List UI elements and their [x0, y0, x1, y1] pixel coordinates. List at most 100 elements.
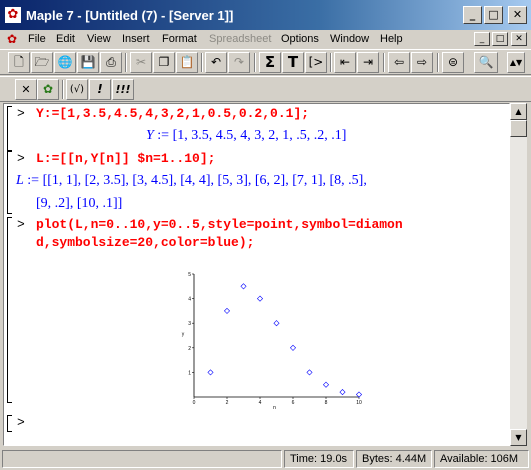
main-toolbar: 🗋 🗁 🌐 💾 ⎙ ✂ ❐ 📋 ↶ ↷ Σ T [> ⇤ ⇥ ⇦ ⇨ ⊜ 🔍 ▲… — [0, 49, 531, 75]
input-line-3b[interactable]: d,symbolsize=20,color=blue); — [36, 235, 254, 250]
input-line-2[interactable]: L:=[[n,Y[n]] $n=1..10]; — [36, 151, 215, 166]
maple-leaf-exec-icon[interactable]: ✿ — [37, 79, 59, 100]
output-y-lhs: Y — [146, 128, 154, 143]
point-plot[interactable]: 0 2 4 6 8 1012345ny — [174, 267, 364, 409]
stop-icon[interactable]: ⊜ — [442, 52, 464, 73]
y-tick-label: 2 — [188, 346, 191, 352]
x-tick-label: 8 — [325, 400, 328, 406]
toolbar-separator — [62, 80, 64, 99]
cut-icon[interactable]: ✂ — [130, 52, 152, 73]
close-button[interactable]: ✕ — [508, 6, 527, 24]
window-title: Maple 7 - [Untitled (7) - [Server 1]] — [26, 8, 234, 23]
toolbar-separator — [330, 53, 332, 72]
input-line-1[interactable]: Y:=[1,3.5,4.5,4,3,2,1,0.5,0.2,0.1]; — [36, 106, 309, 121]
menu-file[interactable]: File — [28, 32, 46, 47]
data-point-diamond — [339, 389, 346, 396]
data-point-diamond — [355, 391, 363, 398]
execution-group-bracket[interactable] — [7, 151, 12, 214]
toolbar-separator — [437, 53, 439, 72]
vertical-scrollbar[interactable]: ▲ ▼ — [510, 103, 527, 446]
scroll-down-button[interactable]: ▼ — [510, 429, 527, 446]
toolbar-separator — [125, 53, 127, 72]
new-icon[interactable]: 🗋 — [8, 52, 30, 73]
save-icon[interactable]: 💾 — [77, 52, 99, 73]
y-tick-label: 4 — [188, 297, 191, 303]
menu-spreadsheet[interactable]: Spreadsheet — [209, 32, 271, 47]
redo-icon[interactable]: ↷ — [228, 52, 250, 73]
menu-format[interactable]: Format — [162, 32, 197, 47]
toolbar-separator — [254, 53, 256, 72]
menu-window[interactable]: Window — [330, 32, 369, 47]
maximize-button[interactable]: □ — [484, 6, 503, 24]
worksheet[interactable]: > Y:=[1,3.5,4.5,4,3,2,1,0.5,0.2,0.1]; Y … — [3, 103, 510, 446]
context-toolbar: ✕ ✿ (√) ! !!! — [0, 76, 531, 102]
output-y-rhs: := [1, 3.5, 4.5, 4, 3, 2, 1, .5, .2, .1] — [153, 128, 347, 143]
data-point-diamond — [207, 369, 214, 376]
menu-help[interactable]: Help — [380, 32, 403, 47]
execution-group-bracket[interactable] — [7, 217, 12, 403]
print-icon[interactable]: ⎙ — [100, 52, 122, 73]
open-icon[interactable]: 🗁 — [31, 52, 53, 73]
status-bytes: Bytes: 4.44M — [356, 450, 432, 468]
input-prompt: > — [17, 151, 25, 166]
x-tick-label: 0 — [193, 400, 196, 406]
back-arrow-icon[interactable]: ⇦ — [388, 52, 410, 73]
menu-edit[interactable]: Edit — [56, 32, 75, 47]
close-x-icon[interactable]: ✕ — [15, 79, 37, 100]
mdi-restore-button[interactable]: □ — [492, 32, 508, 46]
output-l-line-1: L := [[1, 1], [2, 3.5], [3, 4.5], [4, 4]… — [16, 173, 367, 189]
x-axis-label: n — [273, 405, 276, 409]
data-point-diamond — [322, 381, 330, 388]
y-tick-label: 5 — [188, 272, 191, 278]
data-point-diamond — [240, 283, 247, 290]
x-tick-label: 2 — [226, 400, 229, 406]
data-point-diamond — [256, 295, 264, 302]
menu-bar: ✿ File Edit View Insert Format Spreadshe… — [0, 30, 531, 49]
undo-icon[interactable]: ↶ — [205, 52, 227, 73]
input-prompt: > — [17, 106, 25, 121]
data-point-diamond — [306, 369, 313, 376]
mdi-close-button[interactable]: ✕ — [511, 32, 527, 46]
minimize-button[interactable]: _ — [463, 6, 482, 24]
menu-options[interactable]: Options — [281, 32, 319, 47]
open-url-icon[interactable]: 🌐 — [54, 52, 76, 73]
scroll-up-button[interactable]: ▲ — [510, 103, 527, 120]
copy-icon[interactable]: ❐ — [153, 52, 175, 73]
input-icon[interactable]: [> — [305, 52, 327, 73]
magnify-icon[interactable]: 🔍 — [474, 52, 498, 73]
input-prompt: > — [17, 217, 25, 232]
mdi-minimize-button[interactable]: _ — [474, 32, 490, 46]
forward-arrow-icon[interactable]: ⇨ — [411, 52, 433, 73]
status-bar: Time: 19.0s Bytes: 4.44M Available: 106M — [0, 448, 531, 470]
sigma-icon[interactable]: Σ — [259, 52, 281, 73]
check-icon[interactable]: (√) — [66, 79, 88, 100]
empty-input-prompt[interactable]: > — [17, 415, 25, 430]
data-point-diamond — [289, 344, 297, 351]
paste-icon[interactable]: 📋 — [176, 52, 198, 73]
indent-icon[interactable]: ⇥ — [357, 52, 379, 73]
toolbar-scroll-button[interactable]: ▲▼ — [507, 52, 525, 73]
text-icon[interactable]: T — [282, 52, 304, 73]
scroll-thumb[interactable] — [510, 120, 527, 137]
y-tick-label: 3 — [188, 321, 191, 327]
output-l-rhs: := [[1, 1], [2, 3.5], [3, 4.5], [4, 4], … — [23, 173, 367, 188]
menu-view[interactable]: View — [87, 32, 111, 47]
status-available: Available: 106M — [434, 450, 529, 468]
execution-group-bracket[interactable] — [7, 415, 12, 432]
x-tick-label: 4 — [259, 400, 262, 406]
maple-leaf-icon[interactable]: ✿ — [5, 7, 21, 23]
exclaim-icon[interactable]: ! — [89, 79, 111, 100]
output-l-line-2: [9, .2], [10, .1]] — [36, 196, 123, 211]
x-tick-label: 6 — [292, 400, 295, 406]
output-y: Y := [1, 3.5, 4.5, 4, 3, 2, 1, .5, .2, .… — [146, 128, 346, 144]
outdent-icon[interactable]: ⇤ — [334, 52, 356, 73]
triple-exclaim-icon[interactable]: !!! — [112, 79, 134, 100]
toolbar-separator — [383, 53, 385, 72]
y-tick-label: 1 — [188, 370, 191, 376]
document-icon[interactable]: ✿ — [7, 32, 21, 46]
menu-insert[interactable]: Insert — [122, 32, 150, 47]
execution-group-bracket[interactable] — [7, 106, 12, 151]
toolbar-separator — [201, 53, 203, 72]
title-bar: ✿ Maple 7 - [Untitled (7) - [Server 1]] … — [0, 0, 531, 30]
input-line-3a[interactable]: plot(L,n=0..10,y=0..5,style=point,symbol… — [36, 217, 403, 232]
